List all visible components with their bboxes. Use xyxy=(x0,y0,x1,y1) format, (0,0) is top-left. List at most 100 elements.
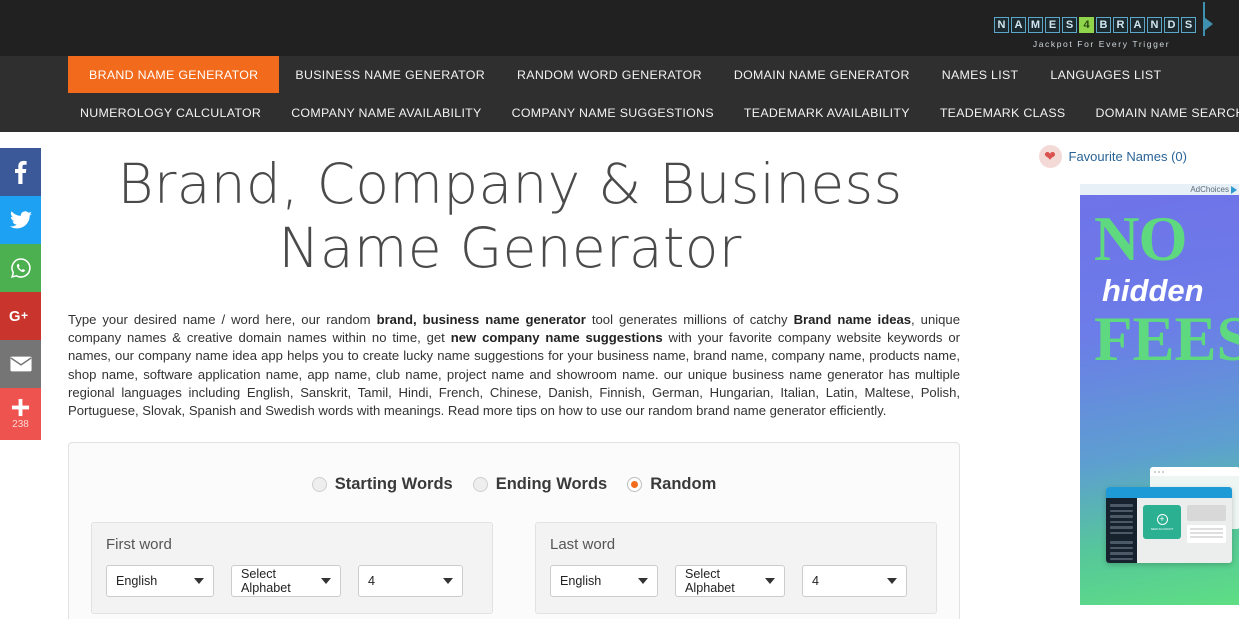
googleplus-share-button[interactable]: G + xyxy=(0,292,41,340)
main-navigation: BRAND NAME GENERATOR BUSINESS NAME GENER… xyxy=(0,56,1239,132)
intro-bold-2: Brand name ideas xyxy=(793,311,912,327)
ad-mock-body: + NEW ACCOUNT xyxy=(1106,498,1232,563)
ad-mock-foreground-window: + NEW ACCOUNT xyxy=(1106,487,1232,563)
site-header: N A M E S 4 B R A N D S Jackpot For Ever… xyxy=(0,0,1239,56)
logo-tile: S xyxy=(1062,17,1077,33)
last-word-alphabet-select[interactable]: Select Alphabet xyxy=(675,565,785,598)
last-word-heading: Last word xyxy=(550,536,616,554)
plus-icon xyxy=(11,398,30,417)
generator-form-card: Starting Words Ending Words Random First… xyxy=(68,442,960,619)
intro-bold-1: brand, business name generator xyxy=(376,311,586,327)
nav-item-domain-name-generator[interactable]: DOMAIN NAME GENERATOR xyxy=(718,56,926,93)
adchoices-badge[interactable]: AdChoices xyxy=(1080,184,1239,195)
twitter-icon xyxy=(9,210,32,228)
chevron-down-icon xyxy=(887,578,897,585)
nav-item-names-list[interactable]: NAMES LIST xyxy=(926,56,1035,93)
page-title: Brand, Company & Business Name Generator xyxy=(0,132,1020,281)
more-share-button[interactable]: 238 xyxy=(0,388,41,440)
email-share-button[interactable] xyxy=(0,340,41,388)
logo-tile: N xyxy=(1147,17,1162,33)
nav-item-random-word-generator[interactable]: RANDOM WORD GENERATOR xyxy=(501,56,718,93)
nav-item-company-name-availability[interactable]: COMPANY NAME AVAILABILITY xyxy=(276,93,496,132)
whatsapp-share-button[interactable] xyxy=(0,244,41,292)
logo-tile: N xyxy=(994,17,1009,33)
last-word-alphabet-value: Select Alphabet xyxy=(685,567,735,596)
last-word-length-value: 4 xyxy=(812,574,820,589)
logo-tile: B xyxy=(1096,17,1111,33)
nav-item-languages-list[interactable]: LANGUAGES LIST xyxy=(1034,56,1177,93)
nav-item-company-name-suggestions[interactable]: COMPANY NAME SUGGESTIONS xyxy=(497,93,729,132)
first-word-language-value: English xyxy=(116,574,158,589)
adchoices-triangle-icon xyxy=(1231,185,1237,194)
nav-item-domain-name-search[interactable]: DOMAIN NAME SEARCH xyxy=(1081,93,1239,132)
logo-tile: R xyxy=(1113,17,1128,33)
intro-bold-3: new company name suggestions xyxy=(450,329,663,345)
first-word-length-value: 4 xyxy=(368,574,376,589)
last-word-length-select[interactable]: 4 xyxy=(802,565,907,598)
last-word-language-select[interactable]: English xyxy=(550,565,658,598)
chevron-down-icon xyxy=(765,578,775,585)
logo-tile: E xyxy=(1045,17,1060,33)
radio-dot xyxy=(311,477,327,493)
nav-item-business-name-generator[interactable]: BUSINESS NAME GENERATOR xyxy=(279,56,501,93)
social-share-sidebar: G + 238 xyxy=(0,148,41,440)
nav-item-trademark-availability[interactable]: TEADEMARK AVAILABILITY xyxy=(729,93,925,132)
intro-text-b: tool generates millions of catchy xyxy=(585,311,794,327)
last-word-language-value: English xyxy=(560,574,602,589)
adchoices-label: AdChoices xyxy=(1190,185,1229,194)
nav-item-numerology-calculator[interactable]: NUMEROLOGY CALCULATOR xyxy=(65,93,276,132)
favourite-names-label: Favourite Names (0) xyxy=(1068,149,1187,164)
radio-ending-words[interactable]: Ending Words xyxy=(472,475,607,494)
ad-mock-main-area: + NEW ACCOUNT xyxy=(1137,498,1232,563)
nav-item-brand-name-generator[interactable]: BRAND NAME GENERATOR xyxy=(68,56,280,93)
share-count: 238 xyxy=(12,419,29,430)
last-word-panel: Last word English Select Alphabet 4 xyxy=(535,522,937,615)
nav-row-secondary: NUMEROLOGY CALCULATOR COMPANY NAME AVAIL… xyxy=(0,93,1239,132)
main-content: Brand, Company & Business Name Generator… xyxy=(0,132,1000,619)
ad-illustration: + NEW ACCOUNT xyxy=(1106,467,1239,565)
favourite-names-link[interactable]: ❤ Favourite Names (0) xyxy=(1038,145,1187,168)
first-word-language-select[interactable]: English xyxy=(106,565,214,598)
radio-dot-selected xyxy=(627,477,643,493)
plus-icon: + xyxy=(1156,513,1168,525)
first-word-length-select[interactable]: 4 xyxy=(358,565,463,598)
nav-item-trademark-class[interactable]: TEADEMARK CLASS xyxy=(925,93,1081,132)
facebook-share-button[interactable] xyxy=(0,148,41,196)
radio-label: Random xyxy=(650,475,717,494)
twitter-share-button[interactable] xyxy=(0,196,41,244)
nav-row-primary: BRAND NAME GENERATOR BUSINESS NAME GENER… xyxy=(0,56,1239,93)
first-word-alphabet-value: Select Alphabet xyxy=(241,567,291,596)
chevron-down-icon xyxy=(321,578,331,585)
chevron-down-icon xyxy=(443,578,453,585)
page-body: ❤ Favourite Names (0) Brand, Company & B… xyxy=(0,132,1239,619)
advertisement-panel[interactable]: AdChoices NO hidden FEES + NEW ACCOUNT xyxy=(1080,184,1239,605)
svg-text:G: G xyxy=(9,309,20,325)
ad-headline-line-3: FEES xyxy=(1094,304,1239,374)
facebook-icon xyxy=(15,160,27,184)
svg-text:+: + xyxy=(21,308,28,322)
radio-random[interactable]: Random xyxy=(627,475,716,494)
last-word-fields: English Select Alphabet 4 xyxy=(550,565,922,598)
whatsapp-icon xyxy=(10,258,31,278)
first-word-alphabet-select[interactable]: Select Alphabet xyxy=(231,565,341,598)
first-word-panel: First word English Select Alphabet 4 xyxy=(91,522,493,615)
intro-paragraph: Type your desired name / word here, our … xyxy=(68,311,960,421)
first-word-fields: English Select Alphabet 4 xyxy=(106,565,478,598)
ad-mock-tile-label: NEW ACCOUNT xyxy=(1150,526,1174,531)
google-plus-icon: G + xyxy=(9,308,28,325)
radio-starting-words[interactable]: Starting Words xyxy=(311,475,453,494)
envelope-icon xyxy=(9,356,32,372)
first-word-heading: First word xyxy=(106,536,172,554)
logo-tile: A xyxy=(1011,17,1026,33)
logo-tile: S xyxy=(1181,17,1196,33)
chevron-down-icon xyxy=(194,578,204,585)
ad-mock-block xyxy=(1187,505,1226,521)
site-logo[interactable]: N A M E S 4 B R A N D S Jackpot For Ever… xyxy=(994,2,1213,49)
ad-creative[interactable]: NO hidden FEES + NEW ACCOUNT xyxy=(1080,195,1239,605)
ad-mock-titlebar xyxy=(1150,467,1239,476)
ad-mock-sidebar xyxy=(1106,498,1137,563)
logo-tile: M xyxy=(1028,17,1043,33)
intro-text-a: Type your desired name / word here, our … xyxy=(68,311,377,327)
mode-radio-group: Starting Words Ending Words Random xyxy=(91,475,937,494)
page-title-line-2: Name Generator xyxy=(278,216,742,281)
